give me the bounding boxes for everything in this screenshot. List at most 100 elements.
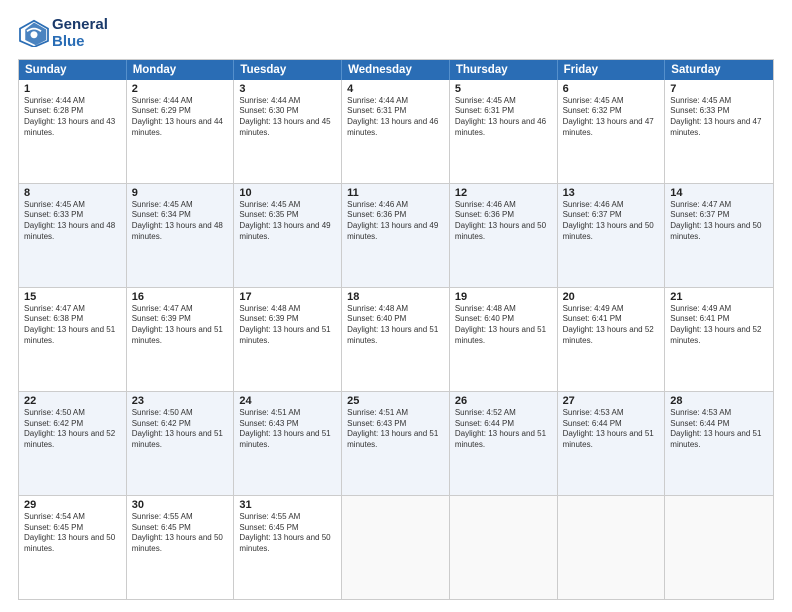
cell-info: Sunrise: 4:47 AMSunset: 6:38 PMDaylight:… (24, 304, 121, 347)
calendar-header-cell: Friday (558, 60, 666, 80)
calendar-cell: 3 Sunrise: 4:44 AMSunset: 6:30 PMDayligh… (234, 80, 342, 183)
calendar-cell: 2 Sunrise: 4:44 AMSunset: 6:29 PMDayligh… (127, 80, 235, 183)
day-number: 1 (24, 83, 121, 95)
day-number: 22 (24, 395, 121, 407)
calendar-cell (558, 496, 666, 599)
calendar-cell: 5 Sunrise: 4:45 AMSunset: 6:31 PMDayligh… (450, 80, 558, 183)
calendar-cell: 26 Sunrise: 4:52 AMSunset: 6:44 PMDaylig… (450, 392, 558, 495)
day-number: 28 (670, 395, 768, 407)
calendar-header-cell: Thursday (450, 60, 558, 80)
day-number: 19 (455, 291, 552, 303)
day-number: 9 (132, 187, 229, 199)
cell-info: Sunrise: 4:45 AMSunset: 6:31 PMDaylight:… (455, 96, 552, 139)
cell-info: Sunrise: 4:48 AMSunset: 6:40 PMDaylight:… (455, 304, 552, 347)
calendar-cell: 24 Sunrise: 4:51 AMSunset: 6:43 PMDaylig… (234, 392, 342, 495)
calendar-cell: 1 Sunrise: 4:44 AMSunset: 6:28 PMDayligh… (19, 80, 127, 183)
cell-info: Sunrise: 4:45 AMSunset: 6:33 PMDaylight:… (670, 96, 768, 139)
day-number: 29 (24, 499, 121, 511)
calendar-cell: 18 Sunrise: 4:48 AMSunset: 6:40 PMDaylig… (342, 288, 450, 391)
day-number: 13 (563, 187, 660, 199)
calendar-cell: 22 Sunrise: 4:50 AMSunset: 6:42 PMDaylig… (19, 392, 127, 495)
calendar-cell: 16 Sunrise: 4:47 AMSunset: 6:39 PMDaylig… (127, 288, 235, 391)
cell-info: Sunrise: 4:52 AMSunset: 6:44 PMDaylight:… (455, 408, 552, 451)
calendar-header-cell: Tuesday (234, 60, 342, 80)
cell-info: Sunrise: 4:46 AMSunset: 6:36 PMDaylight:… (347, 200, 444, 243)
calendar-header-cell: Saturday (665, 60, 773, 80)
day-number: 10 (239, 187, 336, 199)
calendar-cell: 17 Sunrise: 4:48 AMSunset: 6:39 PMDaylig… (234, 288, 342, 391)
day-number: 8 (24, 187, 121, 199)
calendar-cell: 11 Sunrise: 4:46 AMSunset: 6:36 PMDaylig… (342, 184, 450, 287)
calendar-cell: 20 Sunrise: 4:49 AMSunset: 6:41 PMDaylig… (558, 288, 666, 391)
cell-info: Sunrise: 4:48 AMSunset: 6:40 PMDaylight:… (347, 304, 444, 347)
page: General Blue SundayMondayTuesdayWednesda… (0, 0, 792, 612)
calendar-cell: 30 Sunrise: 4:55 AMSunset: 6:45 PMDaylig… (127, 496, 235, 599)
cell-info: Sunrise: 4:49 AMSunset: 6:41 PMDaylight:… (670, 304, 768, 347)
calendar-cell: 4 Sunrise: 4:44 AMSunset: 6:31 PMDayligh… (342, 80, 450, 183)
day-number: 18 (347, 291, 444, 303)
cell-info: Sunrise: 4:47 AMSunset: 6:39 PMDaylight:… (132, 304, 229, 347)
calendar-row: 15 Sunrise: 4:47 AMSunset: 6:38 PMDaylig… (19, 287, 773, 391)
day-number: 24 (239, 395, 336, 407)
cell-info: Sunrise: 4:44 AMSunset: 6:28 PMDaylight:… (24, 96, 121, 139)
day-number: 4 (347, 83, 444, 95)
calendar-cell: 7 Sunrise: 4:45 AMSunset: 6:33 PMDayligh… (665, 80, 773, 183)
cell-info: Sunrise: 4:44 AMSunset: 6:29 PMDaylight:… (132, 96, 229, 139)
cell-info: Sunrise: 4:50 AMSunset: 6:42 PMDaylight:… (132, 408, 229, 451)
calendar-cell: 13 Sunrise: 4:46 AMSunset: 6:37 PMDaylig… (558, 184, 666, 287)
day-number: 20 (563, 291, 660, 303)
cell-info: Sunrise: 4:44 AMSunset: 6:30 PMDaylight:… (239, 96, 336, 139)
calendar-cell: 28 Sunrise: 4:53 AMSunset: 6:44 PMDaylig… (665, 392, 773, 495)
cell-info: Sunrise: 4:51 AMSunset: 6:43 PMDaylight:… (239, 408, 336, 451)
day-number: 21 (670, 291, 768, 303)
calendar-row: 8 Sunrise: 4:45 AMSunset: 6:33 PMDayligh… (19, 183, 773, 287)
cell-info: Sunrise: 4:55 AMSunset: 6:45 PMDaylight:… (239, 512, 336, 555)
calendar-cell (342, 496, 450, 599)
calendar-cell: 29 Sunrise: 4:54 AMSunset: 6:45 PMDaylig… (19, 496, 127, 599)
calendar-body: 1 Sunrise: 4:44 AMSunset: 6:28 PMDayligh… (19, 80, 773, 600)
calendar-row: 22 Sunrise: 4:50 AMSunset: 6:42 PMDaylig… (19, 391, 773, 495)
cell-info: Sunrise: 4:53 AMSunset: 6:44 PMDaylight:… (670, 408, 768, 451)
day-number: 15 (24, 291, 121, 303)
calendar-header: SundayMondayTuesdayWednesdayThursdayFrid… (19, 60, 773, 80)
logo-text: General Blue (52, 16, 108, 51)
calendar-header-cell: Sunday (19, 60, 127, 80)
day-number: 6 (563, 83, 660, 95)
cell-info: Sunrise: 4:46 AMSunset: 6:36 PMDaylight:… (455, 200, 552, 243)
day-number: 2 (132, 83, 229, 95)
calendar-row: 1 Sunrise: 4:44 AMSunset: 6:28 PMDayligh… (19, 80, 773, 183)
cell-info: Sunrise: 4:51 AMSunset: 6:43 PMDaylight:… (347, 408, 444, 451)
cell-info: Sunrise: 4:53 AMSunset: 6:44 PMDaylight:… (563, 408, 660, 451)
calendar-cell: 6 Sunrise: 4:45 AMSunset: 6:32 PMDayligh… (558, 80, 666, 183)
cell-info: Sunrise: 4:54 AMSunset: 6:45 PMDaylight:… (24, 512, 121, 555)
header: General Blue (18, 16, 774, 51)
day-number: 31 (239, 499, 336, 511)
calendar-cell: 25 Sunrise: 4:51 AMSunset: 6:43 PMDaylig… (342, 392, 450, 495)
calendar-cell: 14 Sunrise: 4:47 AMSunset: 6:37 PMDaylig… (665, 184, 773, 287)
calendar-cell (450, 496, 558, 599)
day-number: 26 (455, 395, 552, 407)
calendar-cell: 27 Sunrise: 4:53 AMSunset: 6:44 PMDaylig… (558, 392, 666, 495)
calendar-cell: 12 Sunrise: 4:46 AMSunset: 6:36 PMDaylig… (450, 184, 558, 287)
calendar-header-cell: Wednesday (342, 60, 450, 80)
cell-info: Sunrise: 4:45 AMSunset: 6:33 PMDaylight:… (24, 200, 121, 243)
calendar-cell: 23 Sunrise: 4:50 AMSunset: 6:42 PMDaylig… (127, 392, 235, 495)
day-number: 25 (347, 395, 444, 407)
calendar-cell: 8 Sunrise: 4:45 AMSunset: 6:33 PMDayligh… (19, 184, 127, 287)
cell-info: Sunrise: 4:46 AMSunset: 6:37 PMDaylight:… (563, 200, 660, 243)
cell-info: Sunrise: 4:49 AMSunset: 6:41 PMDaylight:… (563, 304, 660, 347)
calendar-cell: 10 Sunrise: 4:45 AMSunset: 6:35 PMDaylig… (234, 184, 342, 287)
calendar-row: 29 Sunrise: 4:54 AMSunset: 6:45 PMDaylig… (19, 495, 773, 599)
calendar-cell: 15 Sunrise: 4:47 AMSunset: 6:38 PMDaylig… (19, 288, 127, 391)
day-number: 17 (239, 291, 336, 303)
day-number: 27 (563, 395, 660, 407)
cell-info: Sunrise: 4:45 AMSunset: 6:32 PMDaylight:… (563, 96, 660, 139)
calendar-cell: 21 Sunrise: 4:49 AMSunset: 6:41 PMDaylig… (665, 288, 773, 391)
calendar-cell: 19 Sunrise: 4:48 AMSunset: 6:40 PMDaylig… (450, 288, 558, 391)
cell-info: Sunrise: 4:45 AMSunset: 6:35 PMDaylight:… (239, 200, 336, 243)
day-number: 11 (347, 187, 444, 199)
day-number: 5 (455, 83, 552, 95)
cell-info: Sunrise: 4:45 AMSunset: 6:34 PMDaylight:… (132, 200, 229, 243)
calendar-cell (665, 496, 773, 599)
cell-info: Sunrise: 4:47 AMSunset: 6:37 PMDaylight:… (670, 200, 768, 243)
